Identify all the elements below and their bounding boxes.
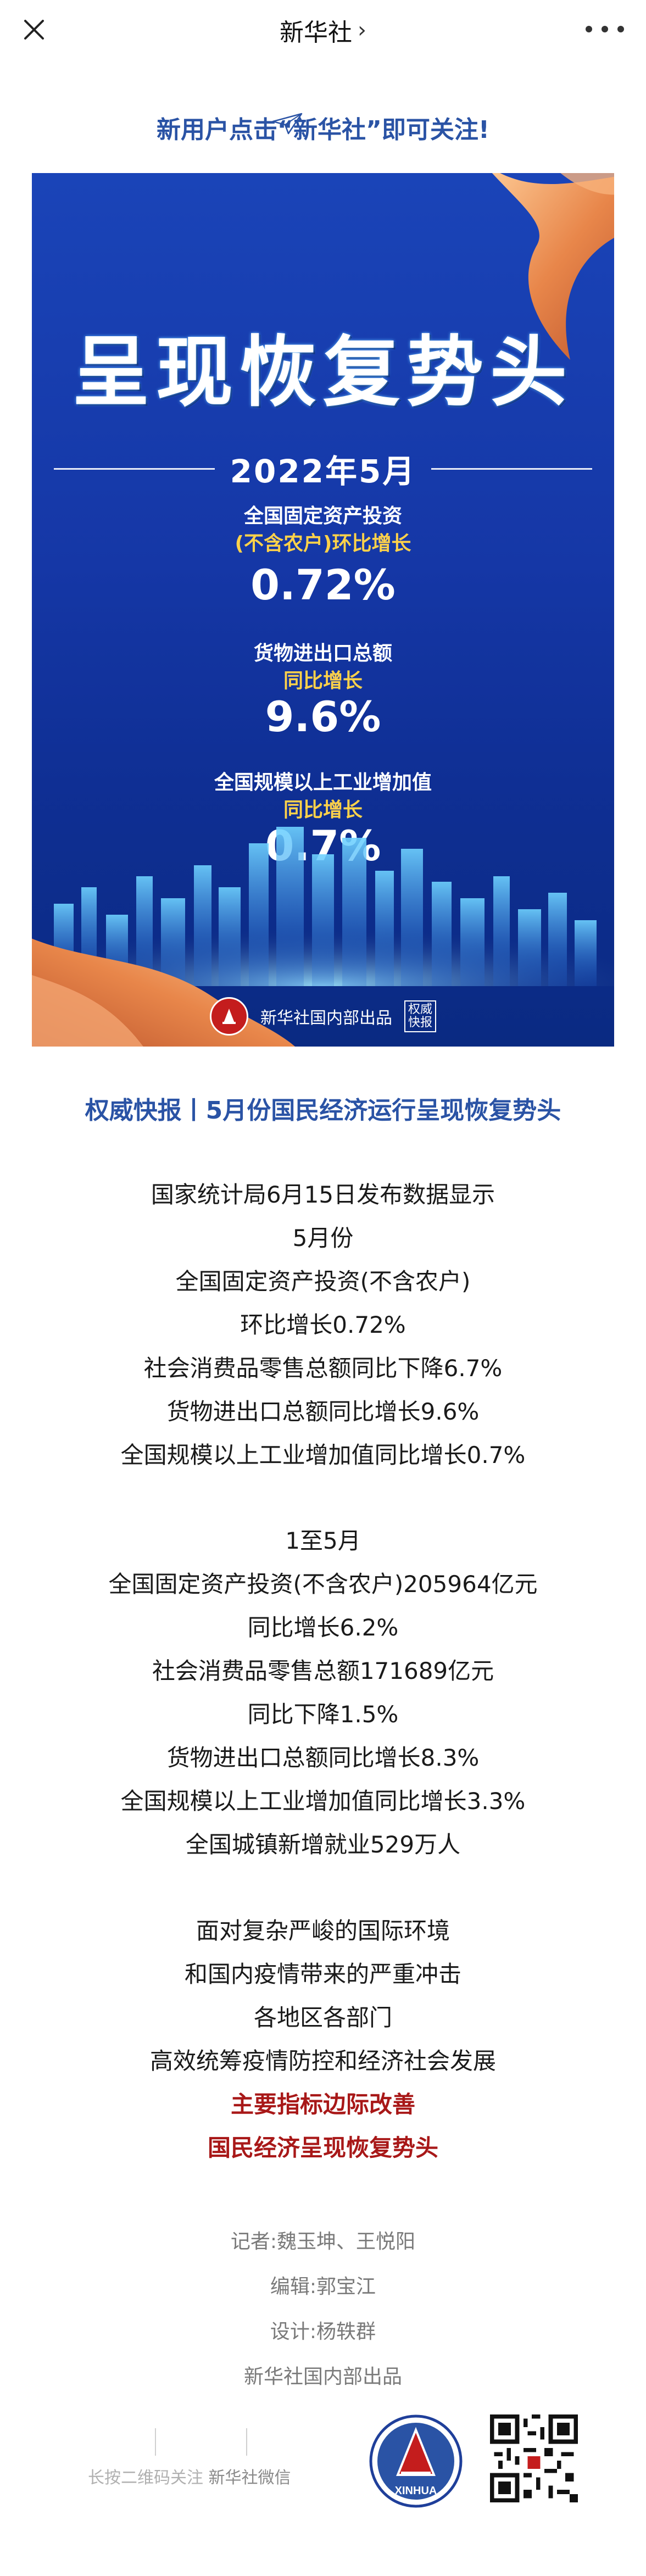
qr-code[interactable] — [490, 2414, 578, 2502]
poster-date: 2022年5月 — [230, 453, 416, 490]
article-line: 社会消费品零售总额171689亿元 — [152, 1657, 494, 1684]
article-line: 货物进出口总额同比增长8.3% — [166, 1744, 480, 1771]
article-line: 社会消费品零售总额同比下降6.7% — [143, 1355, 503, 1382]
article-line: 各地区各部门 — [253, 2004, 392, 2031]
stat-label-line: 货物进出口总额 — [253, 642, 392, 665]
top-nav-bar: 新华社 › — [0, 0, 646, 60]
poster-image[interactable]: 呈现恢复势头 2022年5月 全国固定资产投资 (不含农户)环比增长 0.72%… — [32, 173, 614, 1047]
paper-plane-icon — [272, 113, 303, 135]
poster-headline: 呈现恢复势头 — [72, 328, 573, 418]
poster-footer: 新华社国内部出品 权威快报 — [32, 994, 614, 1038]
article-line: 全国固定资产投资(不含农户) — [175, 1268, 471, 1295]
article-line: 1至5月 — [285, 1527, 361, 1554]
stat-label-line: 全国规模以上工业增加值 — [214, 771, 432, 794]
article-line: 环比增长0.72% — [240, 1311, 406, 1338]
close-icon — [24, 20, 44, 40]
article-line: 全国城镇新增就业529万人 — [185, 1831, 461, 1858]
poster-stamp: 权威快报 — [404, 1000, 436, 1032]
credit-producer: 新华社国内部出品 — [243, 2366, 402, 2388]
more-dot-icon — [602, 26, 608, 32]
stat-label-line: (不含农户)环比增长 — [235, 532, 411, 555]
article-section-3: 面对复杂严峻的国际环境 和国内疫情带来的严重冲击 各地区各部门 高效统筹疫情防控… — [0, 1909, 646, 2169]
highlight-line: 主要指标边际改善 — [230, 2091, 415, 2118]
stat-label-line: 全国固定资产投资 — [243, 505, 402, 527]
article-line: 高效统筹疫情防控和经济社会发展 — [149, 2048, 496, 2074]
article-credits: 记者:魏玉坤、王悦阳 编辑:郭宝江 设计:杨轶群 新华社国内部出品 — [0, 2219, 646, 2400]
follow-prompt[interactable]: 新用户点击“新华社”即可关注! — [0, 110, 646, 148]
article-line: 同比下降1.5% — [247, 1701, 399, 1728]
qr-hint-prefix: 长按二维码关注 — [88, 2468, 203, 2488]
poster-footer-text: 新华社国内部出品 — [260, 1009, 392, 1028]
qr-hint-brand: 新华社微信 — [208, 2468, 291, 2488]
stat-label-line: 同比增长 — [283, 670, 363, 692]
stat-value: 0.72% — [250, 560, 396, 609]
article-line: 和国内疫情带来的严重冲击 — [184, 1961, 461, 1988]
divider-line — [54, 468, 215, 470]
xinhua-logo[interactable]: XINHUA — [369, 2414, 463, 2508]
article-section-2: 1至5月 全国固定资产投资(不含农户)205964亿元 同比增长6.2% 社会消… — [0, 1519, 646, 1866]
article-line: 面对复杂严峻的国际环境 — [196, 1917, 450, 1944]
divider-line — [246, 2428, 247, 2456]
more-options-button[interactable] — [586, 21, 624, 37]
credit-designer: 设计:杨轶群 — [270, 2321, 376, 2343]
article-line: 全国规模以上工业增加值同比增长0.7% — [120, 1442, 526, 1468]
stat-value: 9.6% — [265, 692, 381, 741]
stat-label-line: 同比增长 — [283, 799, 363, 821]
article-line: 货物进出口总额同比增长9.6% — [166, 1398, 480, 1425]
stat-label: 全国规模以上工业增加值 同比增长 — [32, 769, 614, 824]
poster-date-row: 2022年5月 — [54, 452, 593, 490]
xinhua-emblem-icon — [210, 997, 248, 1036]
qr-hint: 长按二维码关注 新华社微信 — [88, 2464, 291, 2488]
article-line: 全国固定资产投资(不含农户)205964亿元 — [108, 1571, 538, 1598]
article-line: 5月份 — [292, 1225, 354, 1251]
account-name: 新华社 — [280, 19, 352, 47]
follow-footer: 长按二维码关注 新华社微信 XINHUA — [0, 2406, 646, 2511]
article-line: 全国规模以上工业增加值同比增长3.3% — [120, 1788, 526, 1815]
credit-editor: 编辑:郭宝江 — [270, 2275, 376, 2298]
chevron-right-icon: › — [358, 18, 366, 43]
highlight-line: 国民经济呈现恢复势头 — [207, 2134, 438, 2161]
account-title-link[interactable]: 新华社 › — [280, 13, 366, 48]
more-dot-icon — [617, 26, 624, 32]
article-line: 国家统计局6月15日发布数据显示 — [151, 1181, 495, 1208]
credit-reporter: 记者:魏玉坤、王悦阳 — [230, 2230, 416, 2253]
stat-label: 货物进出口总额 同比增长 — [32, 640, 614, 695]
divider-line — [431, 468, 593, 470]
divider-line — [155, 2428, 156, 2456]
logo-text: XINHUA — [395, 2485, 437, 2497]
article-section-1: 国家统计局6月15日发布数据显示 5月份 全国固定资产投资(不含农户) 环比增长… — [0, 1173, 646, 1477]
close-button[interactable] — [18, 13, 51, 46]
stat-label: 全国固定资产投资 (不含农户)环比增长 — [32, 503, 614, 558]
article-line: 同比增长6.2% — [247, 1614, 399, 1641]
more-dot-icon — [586, 26, 592, 32]
article-title: 权威快报丨5月份国民经济运行呈现恢复势头 — [85, 1097, 561, 1125]
